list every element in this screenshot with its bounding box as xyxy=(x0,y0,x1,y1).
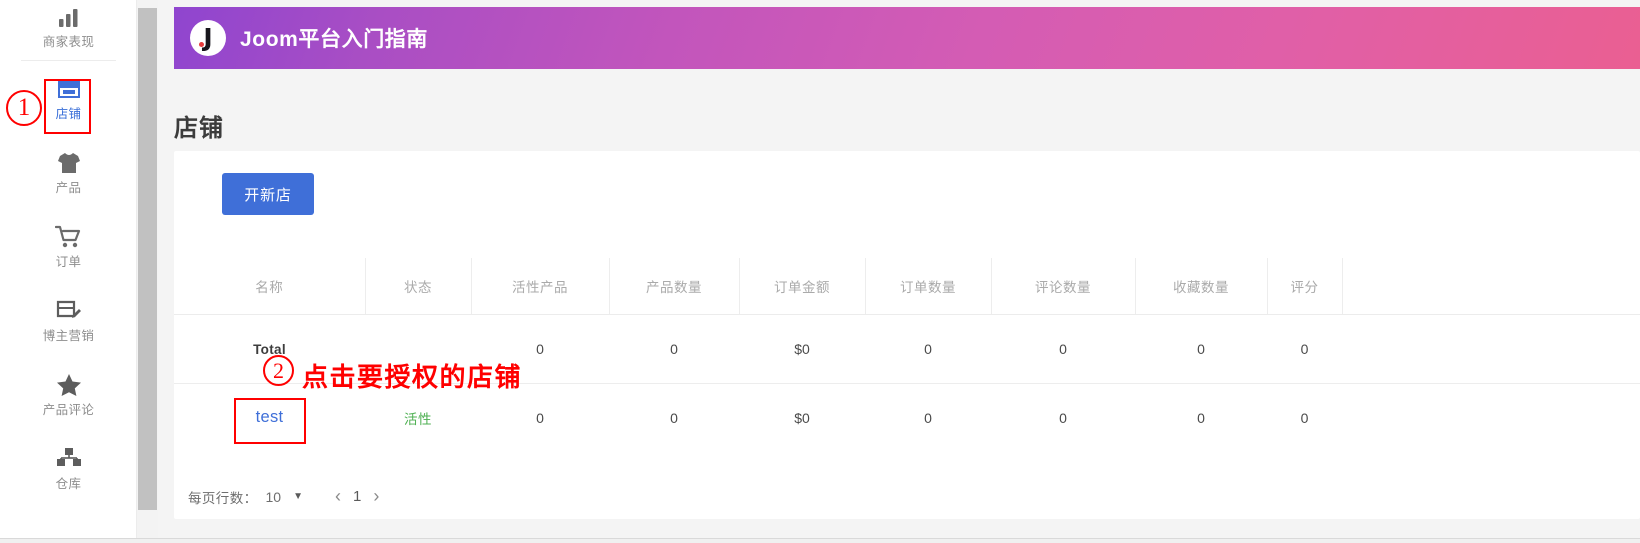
cell-spacer xyxy=(1342,314,1640,384)
cell-product-count: 0 xyxy=(609,314,739,384)
next-page-button[interactable]: › xyxy=(373,486,379,507)
app-root: 商家表现 店铺 产品 订单 博主营销 产品评论 仓库 J Joom平台入门指南 … xyxy=(0,0,1640,543)
bar-chart-icon xyxy=(57,4,81,31)
status-badge: 活性 xyxy=(404,411,432,427)
main-content: J Joom平台入门指南 店铺 开新店 名称 状态 活性产品 产品数量 订单金额… xyxy=(158,0,1640,543)
window-bottom-edge xyxy=(0,538,1640,543)
column-header-order-amount[interactable]: 订单金额 xyxy=(739,258,866,315)
table-header-row: 名称 状态 活性产品 产品数量 订单金额 订单数量 评论数量 收藏数量 评分 xyxy=(174,258,1640,315)
cell-total-label: Total xyxy=(174,314,365,384)
column-header-status[interactable]: 状态 xyxy=(365,258,472,315)
column-header-order-count[interactable]: 订单数量 xyxy=(865,258,992,315)
sidebar-item-merchant-performance[interactable]: 商家表现 xyxy=(0,0,137,60)
sidebar-item-blogger-marketing[interactable]: 博主营销 xyxy=(0,283,137,357)
cell-favorite-count: 0 xyxy=(1197,409,1205,426)
sidebar-item-label: 产品评论 xyxy=(42,402,95,417)
sidebar-item-label: 订单 xyxy=(55,254,82,269)
cell-status: 活性 xyxy=(365,383,471,452)
sidebar-item-warehouse[interactable]: 仓库 xyxy=(0,431,137,505)
cell-store-name[interactable]: test xyxy=(174,383,365,452)
column-header-product-count[interactable]: 产品数量 xyxy=(609,258,740,315)
star-icon xyxy=(56,372,82,399)
rows-per-page-value[interactable]: 10 xyxy=(266,489,282,505)
warehouse-boxes-icon xyxy=(55,446,83,473)
sidebar-item-label: 仓库 xyxy=(55,476,82,491)
page-title: 店铺 xyxy=(174,115,224,142)
store-name-link[interactable]: test xyxy=(256,408,284,426)
column-header-favorite-count[interactable]: 收藏数量 xyxy=(1135,258,1268,315)
column-header-rating[interactable]: 评分 xyxy=(1267,258,1343,315)
current-page-number: 1 xyxy=(352,488,362,505)
pagination-controls: ‹ 1 › xyxy=(335,486,379,507)
joom-logo-icon: J xyxy=(190,20,226,56)
document-pencil-icon xyxy=(55,298,83,325)
sidebar-item-label: 产品 xyxy=(55,180,82,195)
chevron-down-icon[interactable]: ▼ xyxy=(293,491,303,502)
cell-rating: 0 xyxy=(1300,409,1309,426)
prev-page-button[interactable]: ‹ xyxy=(335,486,341,507)
left-sidebar: 商家表现 店铺 产品 订单 博主营销 产品评论 仓库 xyxy=(0,0,137,543)
cell-favorite-count: 0 xyxy=(1135,314,1267,384)
stores-card: 开新店 名称 状态 活性产品 产品数量 订单金额 订单数量 评论数量 收藏数量 … xyxy=(174,151,1640,519)
cell-spacer xyxy=(1342,383,1640,452)
cell-order-amount: $0 xyxy=(739,314,865,384)
cell-status xyxy=(365,314,471,384)
storefront-icon xyxy=(56,76,82,103)
table-row[interactable]: Total 0 0 $0 0 0 0 0 xyxy=(174,314,1640,384)
sidebar-item-product-reviews[interactable]: 产品评论 xyxy=(0,357,137,431)
tshirt-icon xyxy=(56,150,82,177)
banner-title: Joom平台入门指南 xyxy=(240,28,429,51)
table-row[interactable]: test 活性 0 0 $0 0 0 0 0 xyxy=(174,383,1640,452)
column-header-spacer xyxy=(1342,258,1640,315)
joom-logo-letter: J xyxy=(203,22,213,52)
sidebar-item-orders[interactable]: 订单 xyxy=(0,209,137,283)
page-scrollbar-thumb[interactable] xyxy=(138,8,157,510)
cell-rating: 0 xyxy=(1267,314,1342,384)
joom-logo-dot xyxy=(199,42,204,47)
cell-active-products: 0 xyxy=(471,314,609,384)
column-header-review-count[interactable]: 评论数量 xyxy=(991,258,1136,315)
sidebar-item-label: 商家表现 xyxy=(42,35,95,49)
cell-order-count: 0 xyxy=(865,314,991,384)
new-store-button[interactable]: 开新店 xyxy=(222,173,314,215)
column-header-name[interactable]: 名称 xyxy=(174,258,366,315)
cell-review-count: 0 xyxy=(1059,409,1067,426)
cell-order-count: 0 xyxy=(924,409,932,426)
sidebar-item-products[interactable]: 产品 xyxy=(0,135,137,209)
sidebar-item-label: 店铺 xyxy=(55,106,82,121)
cell-review-count: 0 xyxy=(991,314,1135,384)
sidebar-item-stores[interactable]: 店铺 xyxy=(0,61,137,135)
onboarding-banner[interactable]: J Joom平台入门指南 xyxy=(174,7,1640,69)
table-footer: 每页行数： 10 ▼ ‹ 1 › xyxy=(188,486,379,507)
cell-order-amount: $0 xyxy=(794,409,810,426)
cell-active-products: 0 xyxy=(536,409,544,426)
sidebar-item-label: 博主营销 xyxy=(42,328,95,343)
shopping-cart-icon xyxy=(55,224,82,251)
stores-table: 名称 状态 活性产品 产品数量 订单金额 订单数量 评论数量 收藏数量 评分 T… xyxy=(174,258,1640,452)
rows-per-page-label: 每页行数： xyxy=(188,490,258,506)
column-header-active-products[interactable]: 活性产品 xyxy=(471,258,610,315)
cell-product-count: 0 xyxy=(670,409,678,426)
